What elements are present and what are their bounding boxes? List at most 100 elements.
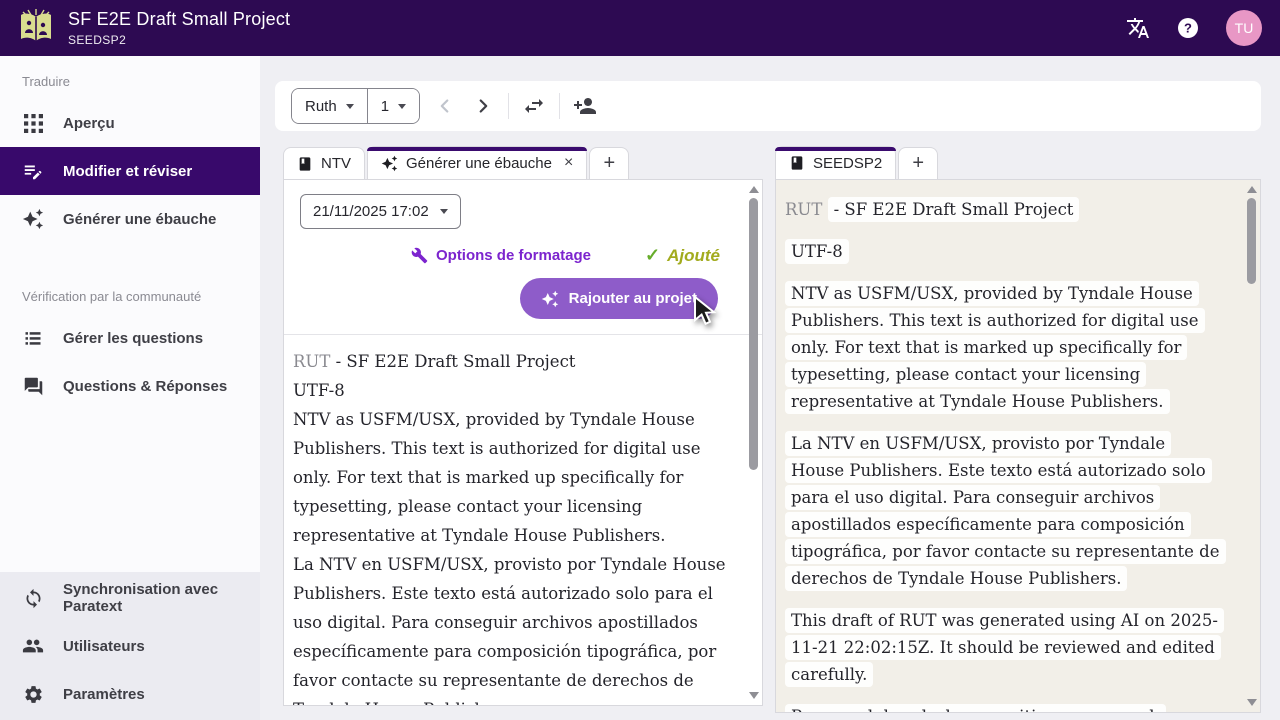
book-select[interactable]: Ruth (292, 89, 367, 123)
sidebar-section-verification: Vérification par la communauté (22, 289, 202, 304)
scroll-up-arrow[interactable] (1246, 186, 1257, 193)
navigation-toolbar: Ruth 1 (275, 81, 1261, 131)
scripture-line: RUT - SF E2E Draft Small Project (293, 352, 576, 371)
title-block: SF E2E Draft Small Project SEEDSP2 (68, 9, 290, 47)
scripture-line: NTV as USFM/USX, provided by Tyndale Hou… (785, 280, 1220, 415)
sidebar-item-label: Aperçu (63, 114, 115, 132)
book-code: RUT (785, 200, 823, 219)
sparkles-icon (22, 208, 44, 230)
swap-panels-button[interactable] (515, 87, 553, 125)
project-panel: SEEDSP2 + RUT - SF E2E Draft Small Proje… (775, 146, 1261, 713)
book-select-value: Ruth (305, 97, 337, 115)
previous-chapter-button[interactable] (426, 87, 464, 125)
scripture-line: La NTV en USFM/USX, provisto por Tyndale… (293, 555, 726, 705)
sidebar-item-label: Générer une ébauche (63, 210, 217, 228)
sparkles-icon (381, 155, 398, 171)
app-header: SF E2E Draft Small Project SEEDSP2 ? TU (0, 0, 1280, 56)
next-chapter-button[interactable] (464, 87, 502, 125)
scroll-up-arrow[interactable] (748, 186, 759, 193)
left-panel-scrollbar[interactable] (747, 182, 760, 703)
formatting-options-label: Options de formatage (435, 247, 592, 264)
project-shortname: SEEDSP2 (68, 33, 127, 47)
forum-chat-icon (22, 375, 44, 397)
sparkles-icon (541, 290, 558, 307)
scripture-line: UTF-8 (785, 238, 1220, 265)
sidebar-item-label: Utilisateurs (63, 637, 145, 655)
edit-note-icon (22, 160, 44, 182)
sidebar-item-sync-paratext[interactable]: Synchronisation avec Paratext (0, 574, 260, 622)
add-to-project-button[interactable]: Rajouter au projet (519, 278, 718, 319)
toolbar-divider (508, 93, 510, 119)
sidebar-item-label: Questions & Réponses (63, 377, 228, 395)
project-panel-body: RUT - SF E2E Draft Small Project UTF-8 N… (775, 179, 1261, 713)
sidebar-item-label: Synchronisation avec Paratext (63, 581, 219, 615)
scrollbar-thumb[interactable] (749, 198, 758, 470)
book-icon (791, 156, 803, 170)
left-tabbar: NTV Générer une ébauche × + (283, 146, 763, 179)
right-panel-scrollbar[interactable] (1245, 182, 1258, 710)
chapter-select-value: 1 (380, 97, 390, 115)
app-logo-icon (21, 9, 51, 42)
draft-panel: NTV Générer une ébauche × + 21/11/2025 1… (283, 146, 763, 706)
sidebar-item-questions-reponses[interactable]: Questions & Réponses (0, 362, 260, 410)
help-icon[interactable]: ? (1176, 16, 1200, 40)
scroll-down-arrow[interactable] (748, 692, 759, 699)
draft-date-value: 21/11/2025 17:02 (313, 203, 429, 220)
tab-label: SEEDSP2 (813, 154, 883, 172)
scroll-down-arrow[interactable] (1246, 699, 1257, 706)
page-title: SF E2E Draft Small Project (68, 9, 291, 29)
tab-label: NTV (321, 155, 351, 172)
sidebar-item-label: Modifier et réviser (63, 162, 193, 180)
scripture-line: Paragraph breaks have positions preserve… (785, 703, 1220, 712)
sidebar-footer: Synchronisation avec Paratext Utilisateu… (0, 572, 260, 720)
sidebar-item-label: Paramètres (63, 685, 145, 703)
sidebar-item-gerer-questions[interactable]: Gérer les questions (0, 314, 260, 362)
translate-language-icon[interactable] (1126, 16, 1150, 40)
tab-ntv[interactable]: NTV (283, 147, 365, 179)
chevron-down-icon (439, 209, 448, 214)
draft-date-select[interactable]: 21/11/2025 17:02 (300, 194, 461, 229)
chevron-down-icon (345, 103, 354, 109)
users-icon (22, 635, 44, 657)
add-tab-button[interactable]: + (589, 147, 630, 179)
add-user-button[interactable] (566, 87, 604, 125)
chapter-select[interactable]: 1 (366, 89, 420, 123)
add-tab-button[interactable]: + (898, 147, 939, 179)
close-icon[interactable]: × (564, 154, 573, 172)
scripture-ref-selector: Ruth 1 (291, 88, 421, 124)
scrollbar-thumb[interactable] (1247, 198, 1256, 284)
tab-seedsp2[interactable]: SEEDSP2 (775, 146, 897, 179)
scripture-line: UTF-8 (293, 381, 345, 400)
sidebar-item-parametres[interactable]: Paramètres (0, 670, 260, 718)
sidebar-item-utilisateurs[interactable]: Utilisateurs (0, 622, 260, 670)
sidebar-item-modifier-reviser[interactable]: Modifier et réviser (0, 147, 260, 195)
right-tabbar: SEEDSP2 + (775, 146, 1261, 179)
project-scripture-text[interactable]: RUT - SF E2E Draft Small Project UTF-8 N… (776, 180, 1260, 712)
draft-controls: 21/11/2025 17:02 Options de formatage ✓ … (284, 180, 762, 335)
list-icon (22, 327, 44, 349)
sidebar-item-apercu[interactable]: Aperçu (0, 99, 260, 147)
scripture-line: La NTV en USFM/USX, provisto por Tyndale… (785, 430, 1226, 592)
user-avatar[interactable]: TU (1226, 10, 1262, 46)
sidebar-item-generer-ebauche[interactable]: Générer une ébauche (0, 195, 260, 243)
sidebar-section-traduire: Traduire (22, 74, 70, 89)
sidebar: Traduire Aperçu Modifier et réviser Géné… (0, 56, 260, 720)
added-status: ✓ Ajouté (645, 245, 720, 266)
scripture-line: RUT - SF E2E Draft Small Project (785, 196, 1220, 223)
formatting-options-link[interactable]: Options de formatage (411, 247, 591, 264)
book-code: RUT (293, 352, 331, 371)
wrench-icon (411, 247, 428, 264)
add-to-project-label: Rajouter au projet (568, 290, 697, 307)
tab-label: Générer une ébauche (406, 154, 552, 172)
chevron-down-icon (398, 103, 407, 109)
sidebar-item-label: Gérer les questions (63, 329, 204, 347)
toolbar-divider (559, 93, 561, 119)
tab-generer-ebauche[interactable]: Générer une ébauche × (367, 146, 588, 179)
book-icon (299, 156, 311, 171)
grid-icon (22, 112, 44, 134)
scripture-line: NTV as USFM/USX, provided by Tyndale Hou… (293, 410, 701, 545)
draft-scripture-text[interactable]: RUT - SF E2E Draft Small Project UTF-8 N… (284, 335, 762, 705)
check-icon: ✓ (645, 245, 661, 265)
draft-panel-body: 21/11/2025 17:02 Options de formatage ✓ … (283, 179, 763, 706)
svg-text:?: ? (1184, 21, 1192, 36)
